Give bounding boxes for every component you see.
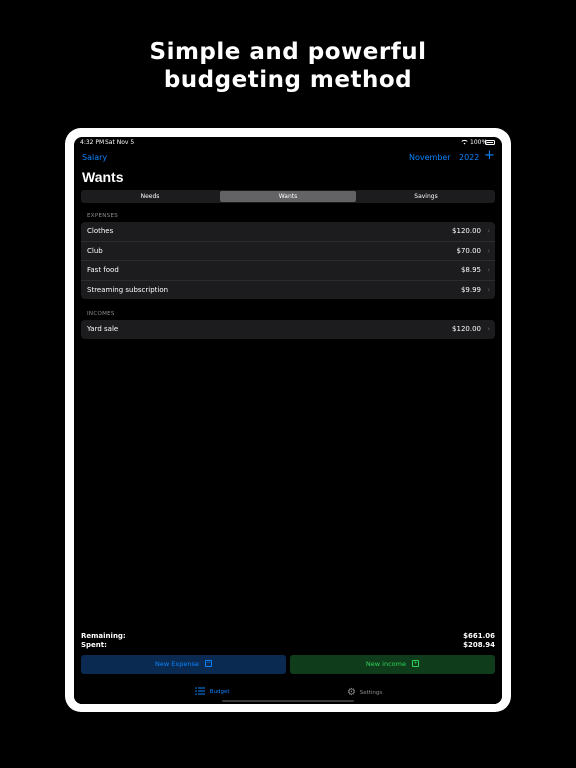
- chevron-right-icon: ›: [487, 227, 490, 235]
- segmented-control: Needs Wants Savings: [81, 190, 495, 203]
- segment-savings[interactable]: Savings: [358, 191, 494, 202]
- month-selector[interactable]: November: [409, 153, 451, 162]
- tab-budget[interactable]: Budget: [195, 687, 230, 695]
- expenses-list: Clothes $120.00 › Club $70.00 › Fast foo…: [81, 222, 495, 299]
- list-icon: [195, 687, 205, 695]
- minus-square-icon: −: [204, 659, 212, 667]
- home-indicator: [222, 700, 354, 702]
- tab-settings-label: Settings: [359, 690, 383, 696]
- wifi-icon: [461, 139, 468, 147]
- battery-icon: [485, 140, 495, 145]
- expense-row[interactable]: Fast food $8.95 ›: [81, 261, 495, 281]
- income-row[interactable]: Yard sale $120.00 ›: [81, 320, 495, 339]
- tab-settings[interactable]: ⚙ Settings: [347, 687, 382, 698]
- chevron-right-icon: ›: [487, 266, 490, 274]
- incomes-list: Yard sale $120.00 ›: [81, 320, 495, 339]
- income-label: Yard sale: [87, 325, 119, 333]
- expense-label: Club: [87, 246, 103, 255]
- remaining-value: $661.06: [463, 632, 495, 640]
- expense-amount: $70.00: [456, 246, 482, 255]
- expense-amount: $9.99: [460, 285, 481, 294]
- chevron-right-icon: ›: [487, 325, 490, 333]
- spent-value: $208.94: [463, 641, 495, 649]
- new-expense-label: New Expense: [155, 660, 199, 668]
- page-title: Wants: [82, 169, 124, 185]
- marketing-headline: Simple and powerful budgeting method: [0, 38, 576, 94]
- expense-row[interactable]: Streaming subscription $9.99 ›: [81, 281, 495, 300]
- headline-line-2: budgeting method: [163, 67, 413, 93]
- chevron-right-icon: ›: [487, 285, 490, 294]
- headline-line-1: Simple and powerful: [149, 39, 427, 65]
- app-screen: 4:32 PM Sat Nov 5 100% Salary November 2…: [74, 137, 502, 704]
- segment-needs[interactable]: Needs: [82, 191, 218, 202]
- income-amount: $120.00: [452, 325, 481, 333]
- expense-label: Streaming subscription: [87, 285, 169, 294]
- expense-amount: $8.95: [460, 266, 481, 274]
- segment-wants[interactable]: Wants: [220, 191, 356, 202]
- status-time: 4:32 PM: [80, 139, 105, 146]
- add-button[interactable]: +: [484, 149, 495, 163]
- remaining-label: Remaining:: [81, 632, 126, 640]
- expense-label: Clothes: [87, 227, 114, 235]
- new-income-button[interactable]: New income +: [290, 655, 495, 674]
- status-date: Sat Nov 5: [105, 139, 135, 146]
- expense-amount: $120.00: [452, 227, 481, 235]
- new-expense-button[interactable]: New Expense −: [81, 655, 286, 674]
- expense-row[interactable]: Clothes $120.00 ›: [81, 222, 495, 242]
- plus-square-icon: +: [412, 659, 420, 667]
- tab-budget-label: Budget: [209, 688, 230, 695]
- spent-label: Spent:: [81, 641, 107, 649]
- back-button-salary[interactable]: Salary: [82, 153, 107, 162]
- expense-row[interactable]: Club $70.00 ›: [81, 242, 495, 261]
- new-income-label: New income: [365, 660, 406, 668]
- year-selector[interactable]: 2022: [459, 153, 479, 162]
- gear-icon: ⚙: [347, 687, 356, 698]
- expenses-header: EXPENSES: [87, 213, 119, 219]
- expense-label: Fast food: [87, 266, 119, 274]
- chevron-right-icon: ›: [487, 246, 490, 255]
- incomes-header: INCOMES: [87, 311, 115, 317]
